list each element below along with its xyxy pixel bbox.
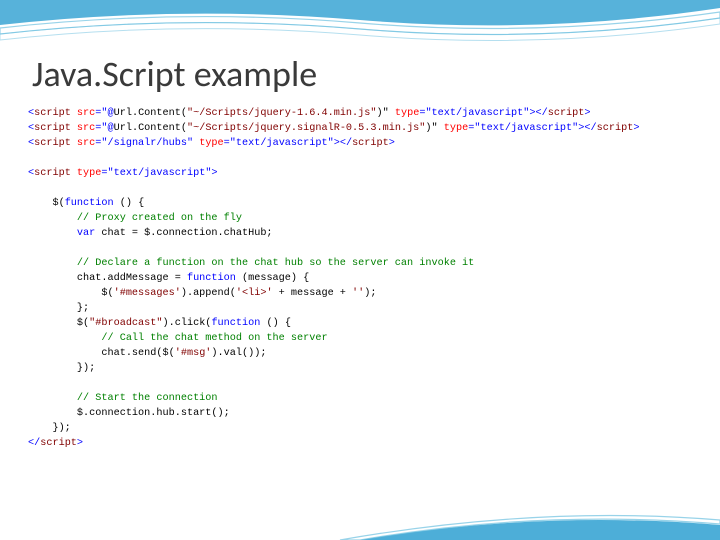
decorative-wave-bottom — [0, 490, 720, 540]
decorative-wave-top — [0, 0, 720, 50]
code-example: <script src="@Url.Content("~/Scripts/jqu… — [28, 106, 700, 451]
slide-title: Java.Script example — [32, 52, 317, 96]
